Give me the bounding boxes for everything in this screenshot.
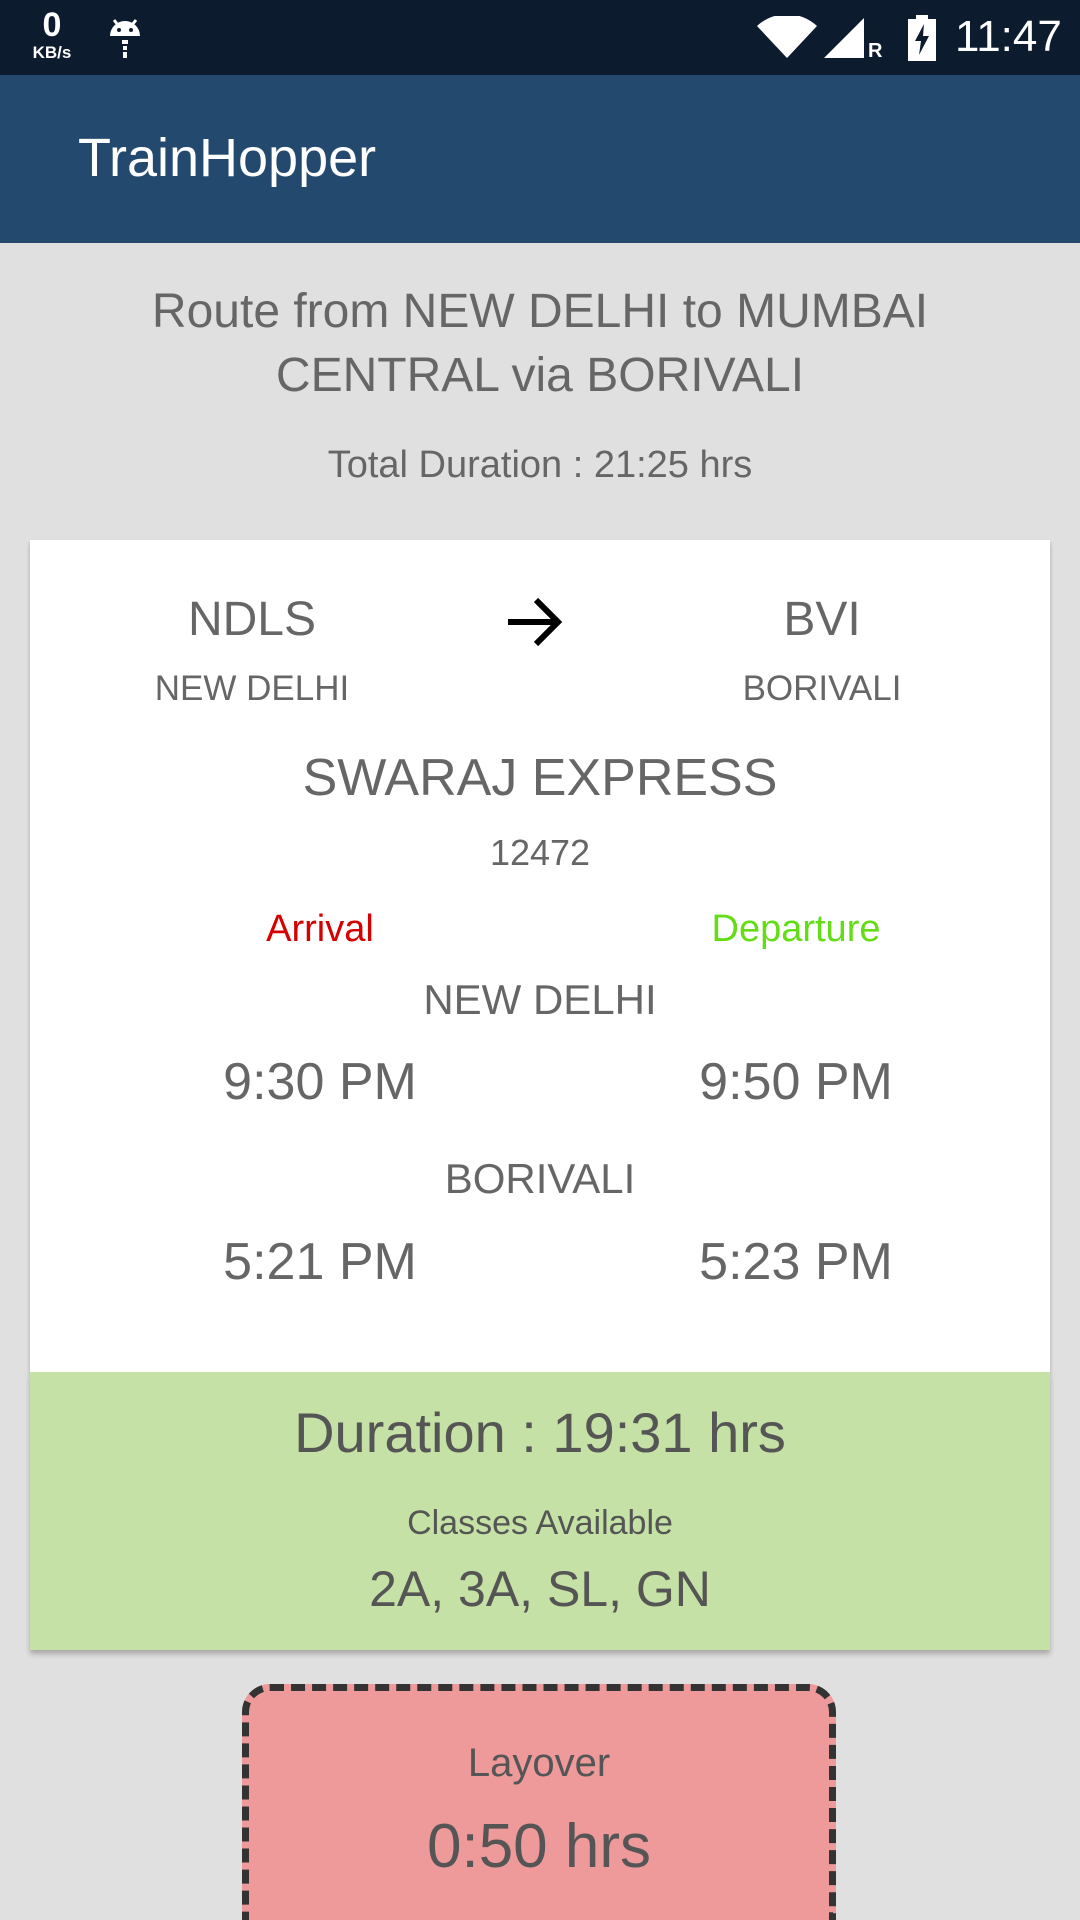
battery-charging-icon [908, 15, 936, 61]
origin-station: NDLS NEW DELHI [102, 592, 402, 709]
layover-box: Layover 0:50 hrs [242, 1684, 836, 1920]
destination-station: BVI BORIVALI [672, 592, 972, 709]
departure-header: Departure [711, 908, 881, 950]
network-speed: 0 KB/s [24, 8, 80, 61]
status-clock: 11:47 [955, 12, 1062, 61]
total-duration: Total Duration : 21:25 hrs [327, 444, 753, 486]
destination-station-code: BVI [783, 593, 861, 646]
app-bar: TrainHopper [0, 75, 1080, 243]
destination-station-name: BORIVALI [742, 669, 902, 708]
stop-departure-time: 9:50 PM [699, 1053, 893, 1111]
android-icon [110, 19, 140, 58]
signal-icon [824, 18, 864, 58]
origin-station-code: NDLS [187, 593, 317, 646]
network-speed-unit: KB/s [32, 43, 72, 62]
leg-duration: Duration : 19:31 hrs [294, 1401, 786, 1464]
route-title: Route from NEW DELHI to MUMBAI CENTRAL v… [151, 285, 929, 402]
layover-value: 0:50 hrs [426, 1812, 652, 1881]
origin-station-name: NEW DELHI [154, 669, 350, 708]
network-speed-value: 0 [42, 6, 62, 44]
arrival-header: Arrival [266, 908, 374, 950]
stop-name: NEW DELHI [423, 976, 657, 1023]
classes-label: Classes Available [407, 1504, 673, 1542]
train-leg-card[interactable]: NDLS NEW DELHI BVI BORIVALI SWARAJ EXPRE… [30, 540, 1050, 1372]
status-bar: 0 KB/s R 11:47 [0, 0, 1080, 75]
leg-summary: Duration : 19:31 hrs Classes Available 2… [30, 1372, 1050, 1650]
roaming-indicator: R [868, 40, 883, 62]
wifi-icon [757, 16, 817, 58]
train-number: 12472 [489, 832, 591, 873]
stop-arrival-time: 9:30 PM [223, 1053, 417, 1111]
train-name: SWARAJ EXPRESS [302, 749, 778, 807]
stop-arrival-time: 5:21 PM [223, 1233, 417, 1291]
layover-label: Layover [467, 1741, 611, 1785]
stop-departure-time: 5:23 PM [699, 1233, 893, 1291]
stop-name: BORIVALI [444, 1155, 636, 1202]
arrow-right-icon [508, 597, 563, 647]
app-title: TrainHopper [78, 128, 377, 188]
classes-value: 2A, 3A, SL, GN [369, 1561, 711, 1617]
